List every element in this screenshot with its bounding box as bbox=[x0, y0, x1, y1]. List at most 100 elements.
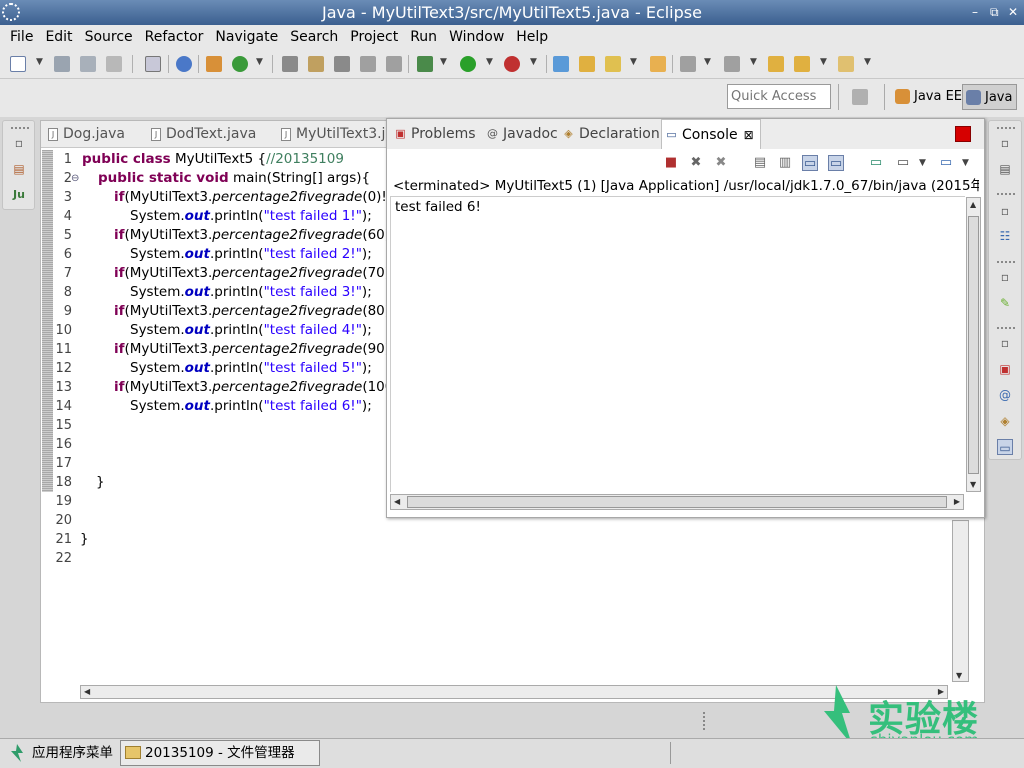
menu-navigate[interactable]: Navigate bbox=[209, 25, 284, 49]
menu-help[interactable]: Help bbox=[510, 25, 554, 49]
print-icon[interactable] bbox=[106, 56, 122, 72]
close-window-button[interactable]: ✕ bbox=[1008, 0, 1018, 25]
next-annotation-icon[interactable] bbox=[680, 56, 696, 72]
open-type-icon[interactable] bbox=[650, 56, 666, 72]
menu-search[interactable]: Search bbox=[284, 25, 344, 49]
scroll-down-icon[interactable]: ▼ bbox=[970, 480, 976, 489]
minimize-button[interactable]: – bbox=[972, 0, 978, 25]
forward-dropdown-icon[interactable]: ▼ bbox=[864, 57, 871, 67]
eclipse-app-icon[interactable] bbox=[2, 3, 20, 21]
new-icon[interactable] bbox=[10, 56, 26, 72]
save-all-icon[interactable] bbox=[80, 56, 96, 72]
open-console-icon[interactable]: ▭ bbox=[938, 155, 954, 171]
maximize-button[interactable]: ⧉ bbox=[990, 0, 999, 25]
problems-icon[interactable]: ▣ bbox=[997, 361, 1013, 377]
menu-window[interactable]: Window bbox=[443, 25, 510, 49]
remove-launch-icon[interactable]: ✖ bbox=[688, 155, 704, 171]
back-icon[interactable] bbox=[794, 56, 810, 72]
console-output-area[interactable] bbox=[390, 196, 965, 492]
show-stdout-icon[interactable]: ▭ bbox=[802, 155, 818, 171]
task-list-icon[interactable]: ▤ bbox=[997, 161, 1013, 177]
refresh-dropdown-icon[interactable]: ▼ bbox=[256, 57, 263, 67]
display-console-dropdown-icon[interactable]: ▼ bbox=[919, 158, 926, 168]
applications-menu-button[interactable]: 应用程序菜单 bbox=[0, 740, 118, 766]
restore-icon[interactable]: ▫ bbox=[997, 269, 1013, 285]
terminate-icon[interactable]: ■ bbox=[663, 155, 679, 171]
show-stderr-icon[interactable]: ▭ bbox=[828, 155, 844, 171]
new-java-project-icon[interactable] bbox=[553, 56, 569, 72]
fold-collapse-icon[interactable]: ⊖ bbox=[71, 173, 79, 184]
open-console-dropdown-icon[interactable]: ▼ bbox=[962, 158, 969, 168]
clear-console-icon[interactable]: ▤ bbox=[752, 155, 768, 171]
tab-problems[interactable]: ▣ Problems bbox=[391, 119, 475, 149]
tab-javadoc[interactable]: @ Javadoc bbox=[483, 119, 558, 149]
new-dropdown-icon[interactable]: ▼ bbox=[36, 57, 43, 67]
run-icon[interactable] bbox=[460, 56, 476, 72]
scroll-down-icon[interactable]: ▼ bbox=[956, 671, 962, 680]
open-folder-icon[interactable] bbox=[579, 56, 595, 72]
menu-edit[interactable]: Edit bbox=[39, 25, 78, 49]
display-console-icon[interactable]: ▭ bbox=[895, 155, 911, 171]
scroll-left-icon[interactable]: ◀ bbox=[394, 497, 400, 506]
prev-annotation-icon[interactable] bbox=[724, 56, 740, 72]
external-dropdown-icon[interactable]: ▼ bbox=[530, 57, 537, 67]
tab-dog-java[interactable]: J Dog.java bbox=[45, 121, 125, 148]
annotation-icon[interactable] bbox=[282, 56, 298, 72]
debug-dropdown-icon[interactable]: ▼ bbox=[440, 57, 447, 67]
perspective-java-ee[interactable]: Java EE bbox=[892, 84, 966, 110]
quick-access-input[interactable] bbox=[727, 84, 831, 109]
magic-dropdown-icon[interactable]: ▼ bbox=[630, 57, 637, 67]
package-icon[interactable] bbox=[206, 56, 222, 72]
restore-icon[interactable]: ▫ bbox=[997, 135, 1013, 151]
menu-source[interactable]: Source bbox=[79, 25, 139, 49]
remove-all-terminated-icon[interactable]: ✖ bbox=[713, 155, 729, 171]
open-perspective-icon[interactable] bbox=[852, 89, 868, 105]
scroll-left-icon[interactable]: ◀ bbox=[84, 687, 90, 696]
pin-console-icon[interactable]: ▭ bbox=[868, 155, 884, 171]
binary-icon[interactable] bbox=[145, 56, 161, 72]
debug-icon[interactable] bbox=[417, 56, 433, 72]
javadoc-icon[interactable]: @ bbox=[997, 387, 1013, 403]
back-dropdown-icon[interactable]: ▼ bbox=[820, 57, 827, 67]
next-annotation-dropdown-icon[interactable]: ▼ bbox=[704, 57, 711, 67]
prev-annotation-dropdown-icon[interactable]: ▼ bbox=[750, 57, 757, 67]
magic-icon[interactable] bbox=[605, 56, 621, 72]
tab-dodtext-java[interactable]: J DodText.java bbox=[148, 121, 256, 148]
toggle-icon[interactable] bbox=[386, 56, 402, 72]
editor-vertical-scrollbar[interactable]: ▼ bbox=[952, 520, 969, 682]
restore-icon[interactable]: ▫ bbox=[11, 135, 27, 151]
refresh-icon[interactable] bbox=[232, 56, 248, 72]
restore-view-icon[interactable] bbox=[955, 126, 971, 142]
console-icon[interactable]: ▭ bbox=[997, 439, 1013, 455]
close-tab-icon[interactable]: ⊠ bbox=[744, 128, 754, 142]
tab-myutiltext3-java[interactable]: J MyUtilText3.ja bbox=[278, 121, 394, 148]
pin-icon[interactable] bbox=[176, 56, 192, 72]
restore-icon[interactable]: ▫ bbox=[997, 203, 1013, 219]
scroll-thumb[interactable] bbox=[968, 216, 979, 474]
console-vertical-scrollbar[interactable]: ▲ ▼ bbox=[966, 197, 981, 492]
menu-project[interactable]: Project bbox=[344, 25, 404, 49]
menu-run[interactable]: Run bbox=[404, 25, 443, 49]
outline-icon[interactable]: ☷ bbox=[997, 228, 1013, 244]
scroll-lock-icon[interactable]: ▥ bbox=[777, 155, 793, 171]
perspective-java[interactable]: Java bbox=[962, 84, 1018, 110]
menu-refactor[interactable]: Refactor bbox=[139, 25, 210, 49]
run-dropdown-icon[interactable]: ▼ bbox=[486, 57, 493, 67]
tab-console[interactable]: ▭ Console ⊠ bbox=[661, 119, 761, 149]
restore-icon[interactable]: ▫ bbox=[997, 335, 1013, 351]
scroll-thumb[interactable] bbox=[407, 496, 947, 508]
block-icon[interactable] bbox=[360, 56, 376, 72]
taskbar-item-file-manager[interactable]: 20135109 - 文件管理器 bbox=[120, 740, 320, 766]
scroll-right-icon[interactable]: ▶ bbox=[954, 497, 960, 506]
menu-file[interactable]: File bbox=[4, 25, 39, 49]
save-icon[interactable] bbox=[54, 56, 70, 72]
edit-icon[interactable] bbox=[308, 56, 324, 72]
scroll-up-icon[interactable]: ▲ bbox=[970, 200, 976, 209]
last-edit-icon[interactable] bbox=[768, 56, 784, 72]
package-explorer-icon[interactable]: ▤ bbox=[11, 161, 27, 177]
ant-icon[interactable]: ✎ bbox=[997, 295, 1013, 311]
console-horizontal-scrollbar[interactable]: ◀ ▶ bbox=[390, 494, 964, 510]
declaration-icon[interactable]: ◈ bbox=[997, 413, 1013, 429]
forward-icon[interactable] bbox=[838, 56, 854, 72]
external-tools-icon[interactable] bbox=[504, 56, 520, 72]
